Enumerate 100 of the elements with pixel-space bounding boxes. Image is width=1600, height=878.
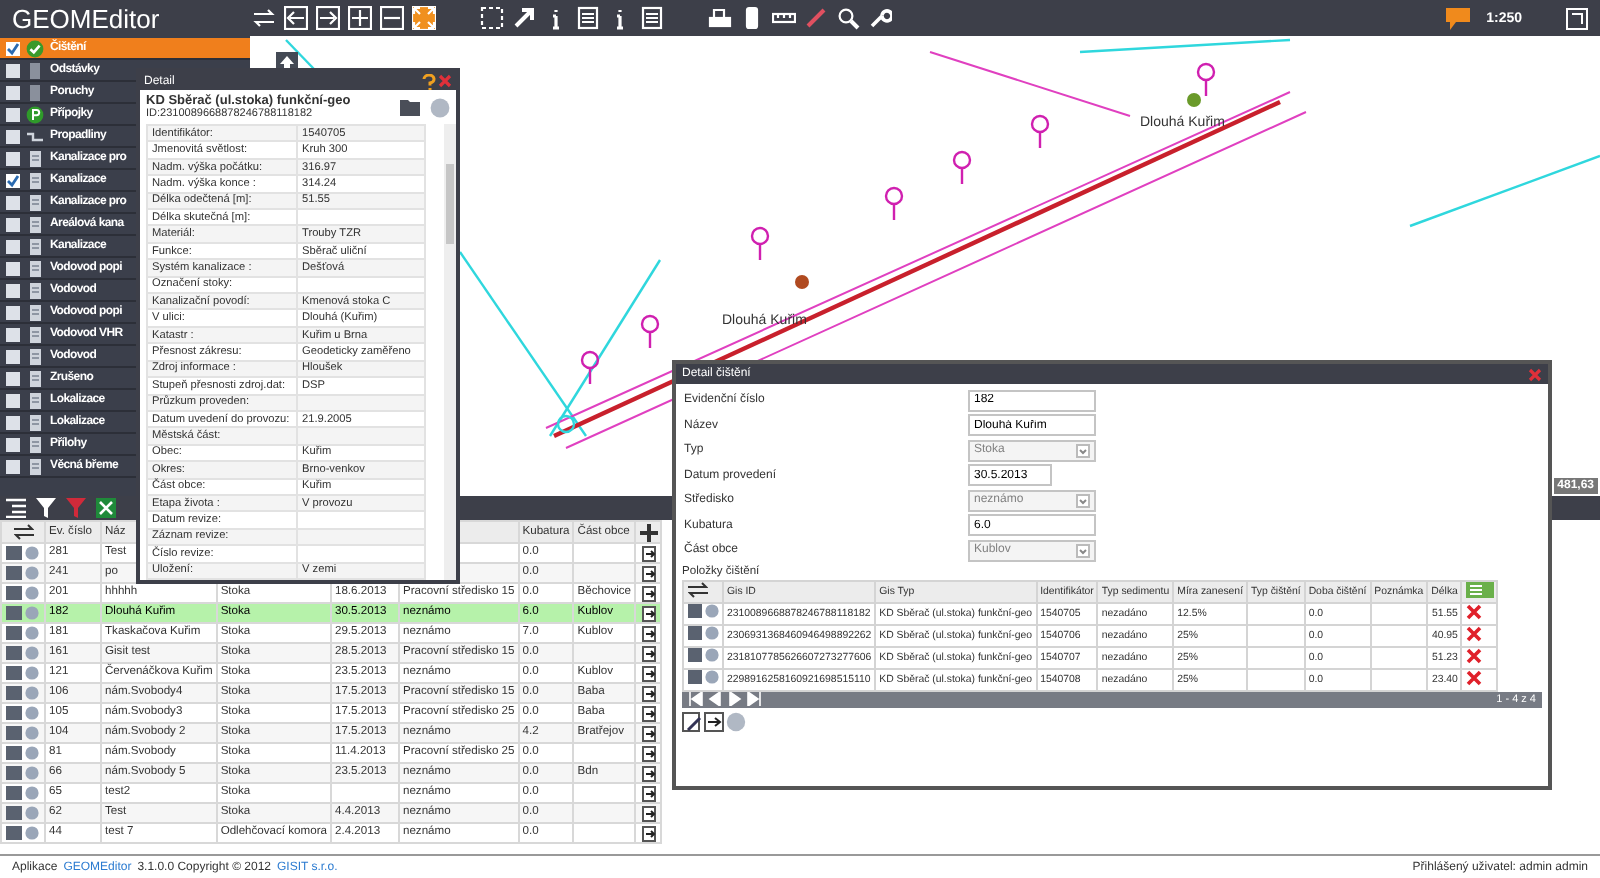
export-icon[interactable]	[641, 685, 656, 701]
delete-icon[interactable]	[1465, 603, 1482, 619]
checkbox[interactable]	[6, 129, 20, 143]
export-icon[interactable]	[641, 825, 656, 841]
caret-icon	[1076, 443, 1090, 458]
checkbox[interactable]	[6, 349, 20, 363]
export-icon[interactable]	[641, 625, 656, 641]
export-icon[interactable]	[641, 785, 656, 801]
document-icon[interactable]	[576, 6, 600, 30]
manhole-pin[interactable]	[952, 150, 972, 184]
node-dot[interactable]	[1187, 93, 1201, 107]
document-icon	[26, 347, 44, 365]
fullscreen-icon[interactable]	[1566, 7, 1588, 29]
plus-icon[interactable]	[348, 6, 372, 30]
wrench-icon[interactable]	[868, 6, 892, 30]
table-add-icon[interactable]	[1465, 581, 1494, 597]
pencil-icon[interactable]	[804, 6, 828, 30]
checkbox[interactable]	[6, 173, 20, 187]
checkbox[interactable]	[6, 437, 20, 451]
comment-icon[interactable]	[1446, 7, 1471, 29]
node-dot[interactable]	[795, 275, 809, 289]
help-icon[interactable]	[422, 73, 436, 89]
checkbox[interactable]	[6, 371, 20, 385]
grid-globe-icons[interactable]	[687, 604, 719, 618]
manhole-pin[interactable]	[750, 226, 770, 260]
checkbox[interactable]	[6, 107, 20, 121]
arrow-right-icon[interactable]	[316, 6, 340, 30]
checkbox[interactable]	[6, 459, 20, 473]
add-icon[interactable]	[639, 523, 658, 541]
export-icon[interactable]	[641, 565, 656, 581]
swap-arrows-icon[interactable]	[687, 581, 707, 597]
caret-icon	[1076, 493, 1090, 508]
checkbox[interactable]	[6, 305, 20, 319]
document-icon[interactable]	[640, 6, 664, 30]
export-icon[interactable]	[641, 725, 656, 741]
line-icon	[26, 127, 44, 145]
node-circle[interactable]	[556, 414, 576, 434]
list-icon[interactable]	[6, 498, 26, 518]
grid-globe-icons[interactable]	[687, 626, 719, 640]
manhole-pin[interactable]	[1196, 62, 1216, 96]
checkbox[interactable]	[6, 195, 20, 209]
checkbox[interactable]	[6, 63, 20, 77]
manhole-pin[interactable]	[640, 314, 660, 348]
document-icon	[26, 457, 44, 475]
edit-icon[interactable]	[682, 711, 702, 731]
export-icon[interactable]	[641, 545, 656, 561]
circle-icon	[26, 105, 44, 123]
swap-arrows-icon[interactable]	[13, 524, 33, 540]
dashed-rectangle-icon[interactable]	[480, 6, 504, 30]
cursor-arrow-icon[interactable]	[512, 6, 536, 30]
printer-icon[interactable]	[708, 6, 732, 30]
document-icon	[26, 435, 44, 453]
app-title: GEOMEditor	[12, 3, 162, 33]
manhole-pin[interactable]	[884, 186, 904, 220]
search-icon[interactable]	[836, 6, 860, 30]
scrollbar[interactable]	[444, 124, 456, 580]
grid-globe-icons[interactable]	[687, 648, 719, 662]
delete-icon[interactable]	[1465, 669, 1482, 685]
export-icon[interactable]	[641, 605, 656, 621]
export-icon[interactable]	[641, 645, 656, 661]
spreadsheet-icon[interactable]	[96, 498, 116, 518]
document-icon	[26, 193, 44, 211]
checkbox[interactable]	[6, 283, 20, 297]
checkbox[interactable]	[6, 261, 20, 275]
checkbox[interactable]	[6, 41, 20, 55]
check-circle-icon	[26, 39, 44, 57]
export-icon[interactable]	[641, 585, 656, 601]
export-icon[interactable]	[641, 665, 656, 681]
checkbox[interactable]	[6, 415, 20, 429]
bar-icon	[26, 83, 44, 101]
document-icon	[26, 413, 44, 431]
document-icon	[26, 215, 44, 233]
delete-icon[interactable]	[1465, 647, 1482, 663]
checkbox[interactable]	[6, 239, 20, 253]
checkbox[interactable]	[6, 151, 20, 165]
delete-icon[interactable]	[1465, 625, 1482, 641]
scrollbar-thumb[interactable]	[446, 164, 454, 244]
caret-icon	[1076, 543, 1090, 558]
document-icon	[26, 237, 44, 255]
minus-icon[interactable]	[380, 6, 404, 30]
export-icon[interactable]	[641, 805, 656, 821]
checkbox[interactable]	[6, 393, 20, 407]
export-icon[interactable]	[641, 705, 656, 721]
checkbox[interactable]	[6, 85, 20, 99]
document-icon	[26, 369, 44, 387]
grid-globe-icons[interactable]	[687, 670, 719, 684]
phone-icon[interactable]	[740, 6, 764, 30]
checkbox[interactable]	[6, 217, 20, 231]
checkbox[interactable]	[6, 327, 20, 341]
export-icon[interactable]	[641, 745, 656, 761]
folder-icon[interactable]	[400, 98, 426, 116]
export-icon[interactable]	[641, 765, 656, 781]
manhole-pin[interactable]	[580, 350, 600, 384]
document-icon	[26, 391, 44, 409]
document-icon	[26, 281, 44, 299]
document-icon	[26, 325, 44, 343]
bar-icon	[26, 61, 44, 79]
export-icon[interactable]	[704, 711, 724, 731]
manhole-pin[interactable]	[1030, 114, 1050, 148]
arrow-left-icon[interactable]	[284, 6, 308, 30]
